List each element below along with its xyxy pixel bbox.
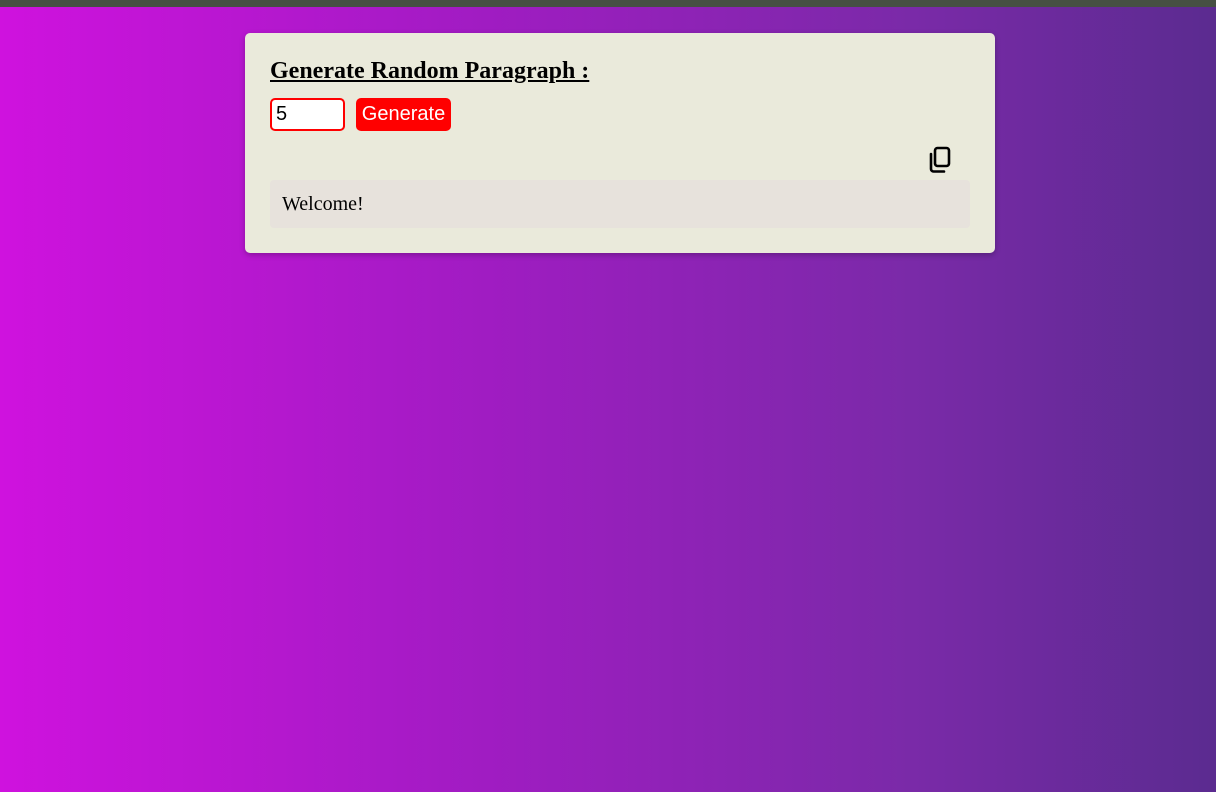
copy-button[interactable]	[926, 144, 954, 176]
top-strip	[0, 0, 1216, 7]
paragraph-count-input[interactable]	[270, 98, 345, 131]
page-title: Generate Random Paragraph :	[270, 58, 590, 84]
generator-card: Generate Random Paragraph : Generate Wel…	[245, 33, 995, 253]
output-box: Welcome!	[270, 180, 970, 228]
generate-button[interactable]: Generate	[356, 98, 451, 131]
copy-icon	[926, 144, 954, 176]
output-text: Welcome!	[282, 193, 364, 215]
